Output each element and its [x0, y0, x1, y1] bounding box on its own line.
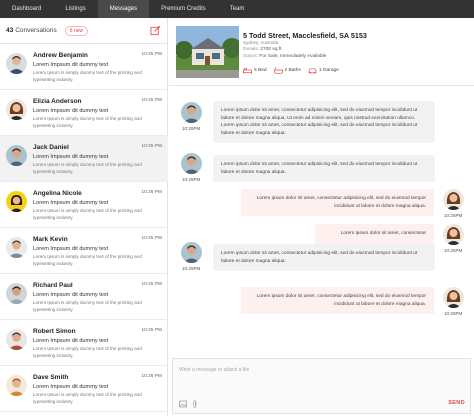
avatar	[181, 242, 202, 263]
avatar	[6, 191, 27, 212]
preview: Lorem Ipsum is simply dummy text of the …	[33, 346, 142, 358]
preview: Lorem Ipsum is simply dummy text of the …	[33, 392, 142, 404]
subject: Lorem Impsum dit dummy text	[33, 292, 109, 298]
timestamp: 10:25 PM	[141, 374, 162, 379]
avatar	[181, 153, 202, 174]
property-photo[interactable]	[176, 26, 239, 78]
incoming-message: Lorem ipsum dolor sit amet, consectetur …	[213, 101, 435, 143]
beds-feature: 5 Bed	[243, 67, 267, 74]
conversation-item[interactable]: Jack Daniel 10:25 PM Lorem Impsum dit du…	[0, 136, 168, 182]
paperclip-icon[interactable]	[191, 400, 199, 408]
avatar	[181, 102, 202, 123]
contact-name: Elizia Anderson	[33, 98, 82, 105]
timestamp: 10:25 PM	[141, 98, 162, 103]
subject: Lorem Impsum dit dummy text	[33, 246, 109, 252]
conversation-item[interactable]: Andrew Benjamin 10:25 PM Lorem Impsum di…	[0, 44, 168, 90]
listing-details: Details: 2700 sq.ft	[243, 47, 282, 52]
subject: Lorem Impsum dit dummy text	[33, 154, 109, 160]
contact-name: Jack Daniel	[33, 144, 69, 151]
listing-suburb: Sydney, Australia	[243, 40, 279, 45]
conversation-item[interactable]: Angelina Nicole 10:25 PM Lorem Impsum di…	[0, 182, 168, 228]
conversation-count: 43	[6, 27, 14, 34]
preview: Lorem Ipsum is simply dummy text of the …	[33, 208, 142, 220]
preview: Lorem Ipsum is simply dummy text of the …	[33, 300, 142, 312]
avatar	[443, 189, 464, 210]
listing-summary: 5 Todd Street, Macclesfield, SA 5153 Syd…	[169, 18, 474, 86]
contact-name: Robert Simon	[33, 328, 76, 335]
listing-status: Status: For Sale, Immediately Available	[243, 54, 327, 59]
baths-feature: 2 Baths	[273, 67, 301, 74]
subject: Lorem Impsum dit dummy text	[33, 62, 109, 68]
contact-name: Dave Smith	[33, 374, 69, 381]
contact-name: Andrew Benjamin	[33, 52, 88, 59]
timestamp: 10:25 PM	[141, 52, 162, 57]
conversation-item[interactable]: Dave Smith 10:25 PM Lorem Impsum dit dum…	[0, 366, 168, 412]
avatar	[443, 224, 464, 245]
avatar	[6, 329, 27, 350]
subject: Lorem Impsum dit dummy text	[33, 384, 109, 390]
timestamp: 10:25 PM	[141, 144, 162, 149]
nav-dashboard[interactable]: Dashboard	[0, 0, 53, 18]
send-button[interactable]: SEND	[448, 400, 465, 406]
timestamp: 10:25 PM	[141, 328, 162, 333]
avatar	[6, 53, 27, 74]
contact-name: Angelina Nicole	[33, 190, 82, 197]
nav-premium-credits[interactable]: Premium Credits	[149, 0, 218, 18]
message-time: 10:25PM	[182, 177, 201, 182]
contact-name: Mark Kevin	[33, 236, 68, 243]
subject: Lorem Impsum dit dummy text	[33, 108, 109, 114]
bath-icon	[273, 67, 283, 74]
avatar	[6, 99, 27, 120]
image-attach-icon[interactable]	[179, 400, 187, 408]
new-badge: 6 new	[64, 25, 89, 36]
conversations-panel: 43 Conversations 6 new Andrew Benjamin 1…	[0, 18, 168, 416]
message-thread-panel: 5 Todd Street, Macclesfield, SA 5153 Syd…	[169, 18, 474, 416]
message-time: 10:25PM	[444, 213, 463, 218]
top-navigation: Dashboard Listings Messages Premium Cred…	[0, 0, 474, 18]
timestamp: 10:25 PM	[141, 190, 162, 195]
message-time: 10:25PM	[182, 266, 201, 271]
nav-listings[interactable]: Listings	[53, 0, 97, 18]
conversations-header: 43 Conversations 6 new	[0, 18, 167, 44]
bed-icon	[243, 68, 252, 74]
avatar	[6, 375, 27, 396]
avatar	[6, 145, 27, 166]
conversation-item[interactable]: Elizia Anderson 10:25 PM Lorem Impsum di…	[0, 90, 168, 136]
message-time: 10:25PM	[444, 248, 463, 253]
contact-name: Richard Paul	[33, 282, 73, 289]
conversation-item[interactable]: Robert Simon 10:25 PM Lorem Impsum dit d…	[0, 320, 168, 366]
incoming-message: Lorem ipsum dolor sit amet, consectetur …	[213, 244, 435, 271]
preview: Lorem Ipsum is simply dummy text of the …	[33, 162, 142, 174]
outgoing-message: Lorem ipsum dolor sit amet, consectetur	[315, 224, 434, 244]
timestamp: 10:25 PM	[141, 282, 162, 287]
preview: Lorem Ipsum is simply dummy text of the …	[33, 254, 142, 266]
message-composer: SEND	[172, 358, 471, 414]
avatar	[6, 237, 27, 258]
car-icon	[308, 68, 317, 74]
conversations-label: Conversations	[15, 27, 57, 34]
message-list: 10:25PM Lorem ipsum dolor sit amet, cons…	[169, 87, 474, 358]
compose-icon[interactable]	[150, 25, 161, 36]
message-input[interactable]	[179, 364, 464, 376]
conversation-item[interactable]: Mark Kevin 10:25 PM Lorem Impsum dit dum…	[0, 228, 168, 274]
preview: Lorem Ipsum is simply dummy text of the …	[33, 116, 142, 128]
incoming-message: Lorem ipsum dolor sit amet, consectetur …	[213, 155, 435, 182]
garage-feature: 1 Garage	[308, 67, 339, 74]
subject: Lorem Impsum dit dummy text	[33, 338, 109, 344]
subject: Lorem Impsum dit dummy text	[33, 200, 109, 206]
avatar	[443, 287, 464, 308]
outgoing-message: Lorem ipsum dolor sit amet, consectetur …	[241, 189, 434, 216]
listing-address[interactable]: 5 Todd Street, Macclesfield, SA 5153	[243, 31, 367, 40]
avatar	[6, 283, 27, 304]
outgoing-message: Lorem ipsum dolor sit amet, consectetur …	[241, 287, 434, 314]
message-time: 10:25PM	[182, 126, 201, 131]
conversation-item[interactable]: Richard Paul 10:25 PM Lorem Impsum dit d…	[0, 274, 168, 320]
nav-team[interactable]: Team	[218, 0, 257, 18]
listing-features: 5 Bed 2 Baths 1 Garage	[243, 67, 339, 74]
preview: Lorem Ipsum is simply dummy text of the …	[33, 70, 142, 82]
timestamp: 10:25 PM	[141, 236, 162, 241]
nav-messages[interactable]: Messages	[97, 0, 150, 18]
message-time: 10:25PM	[444, 311, 463, 316]
